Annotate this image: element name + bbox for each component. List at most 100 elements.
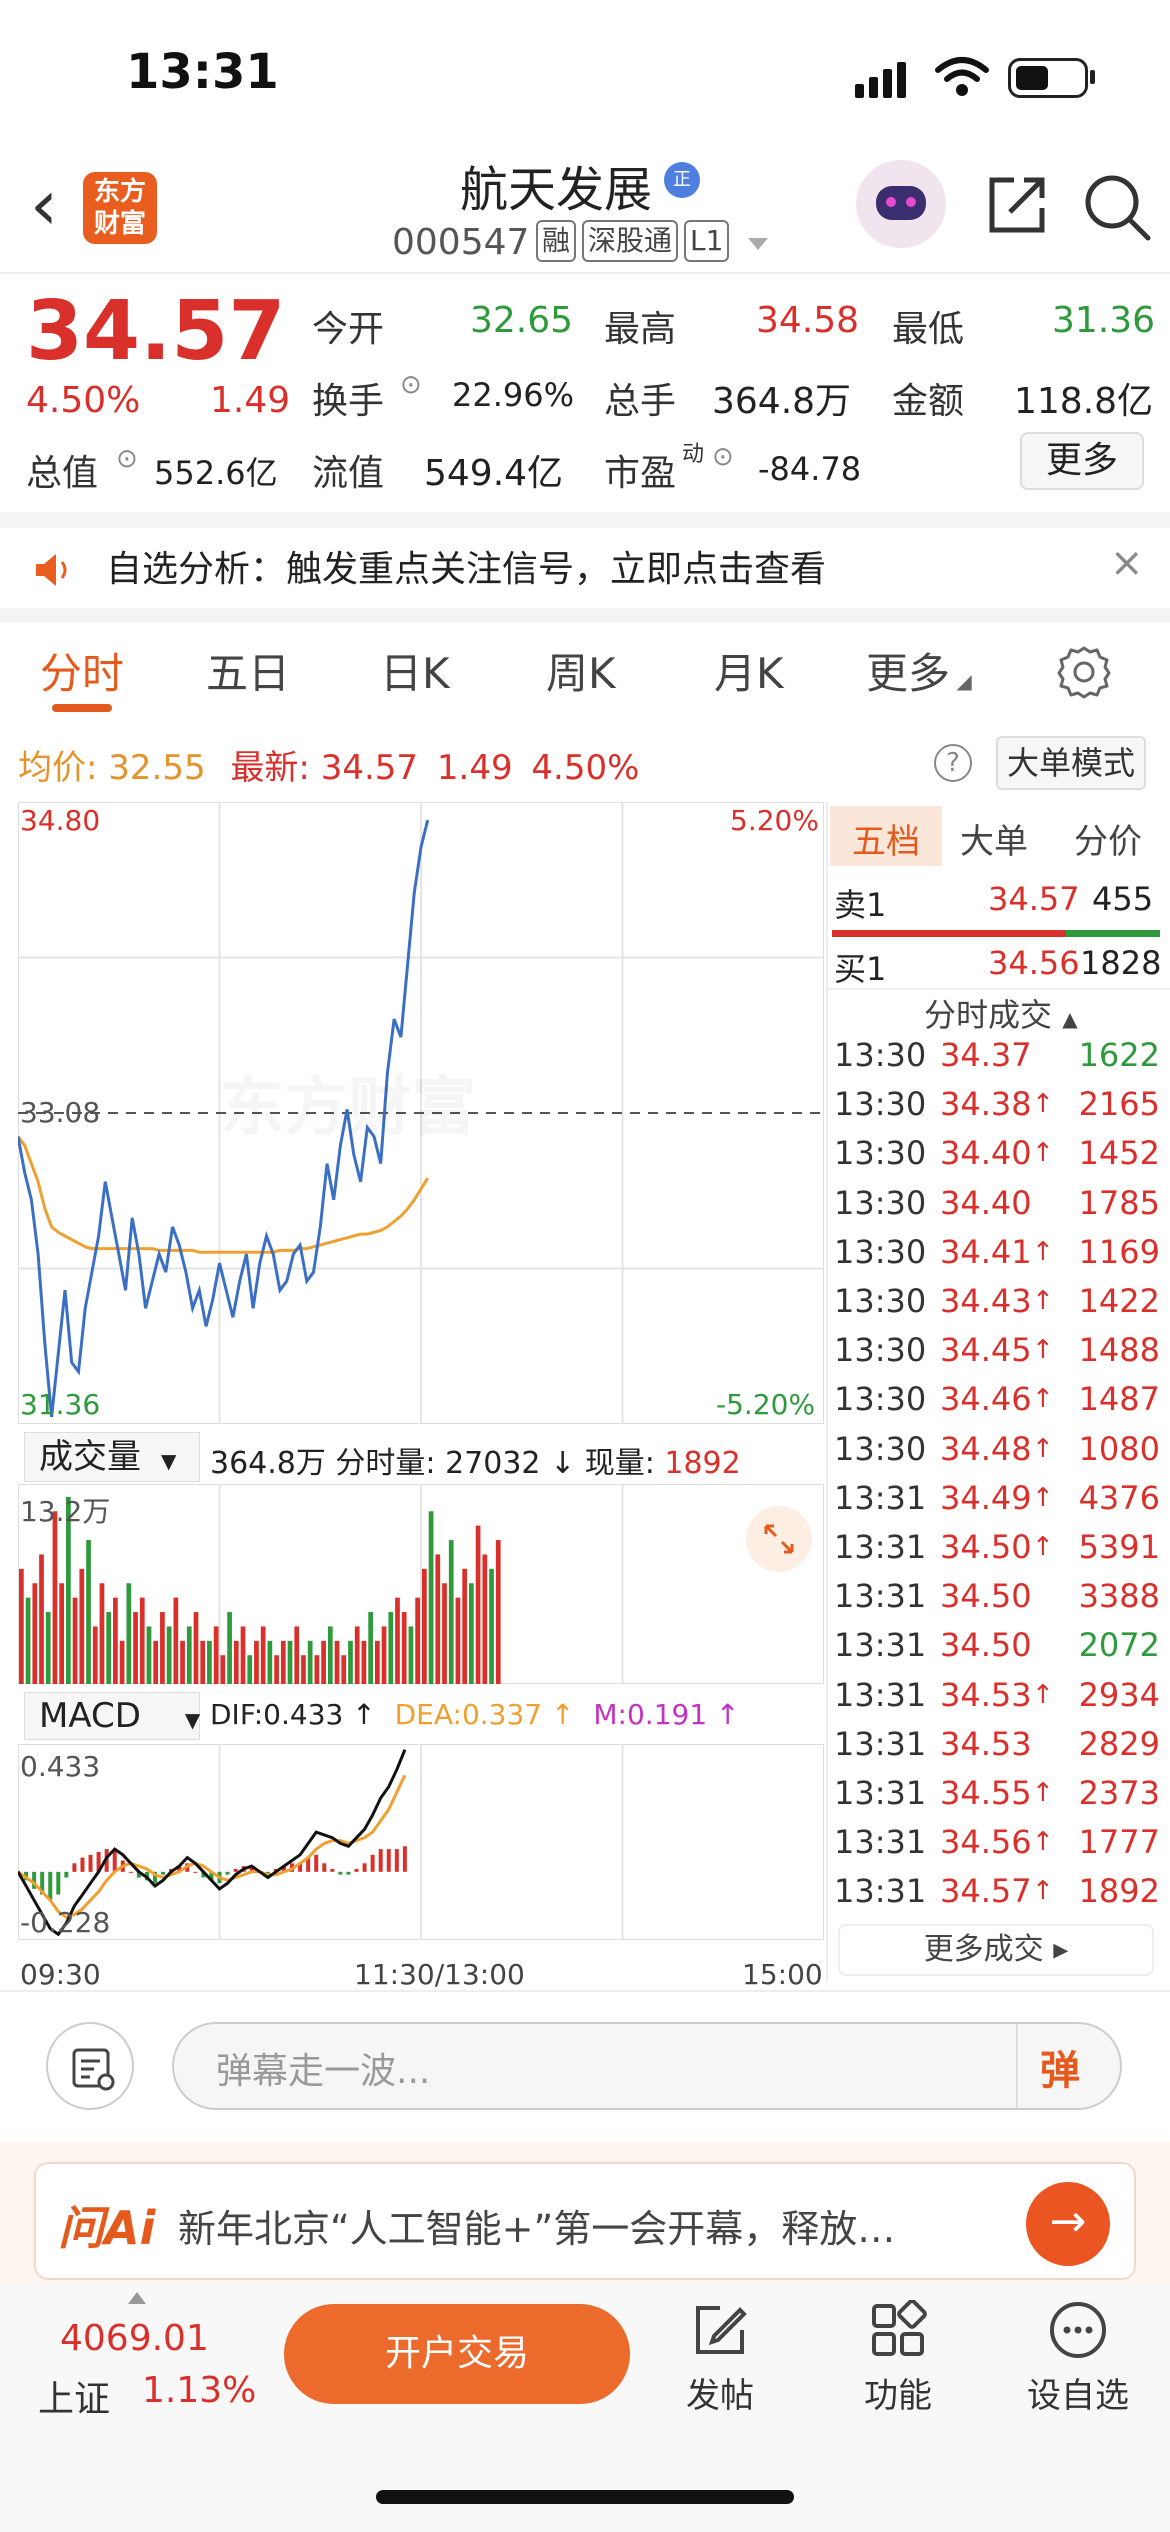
tab-five-day[interactable]: 五日 xyxy=(206,640,290,701)
nav-functions[interactable]: 功能 xyxy=(838,2300,958,2417)
trade-arrow: ↑ xyxy=(1032,1236,1054,1267)
trades-title[interactable]: 分时成交 ▲ xyxy=(924,990,1078,1036)
expand-icon[interactable] xyxy=(746,1506,812,1572)
trade-time: 13:31 xyxy=(834,1478,927,1517)
high-label: 最高 xyxy=(604,309,677,350)
arrow-right-icon[interactable]: → xyxy=(1026,2182,1110,2266)
notice-text[interactable]: 自选分析：触发重点关注信号，立即点击查看 xyxy=(106,540,826,592)
back-icon[interactable]: ‹ xyxy=(30,170,58,240)
trade-arrow: ↑ xyxy=(1032,1827,1054,1858)
tab-price-dist[interactable]: 分价 xyxy=(1074,814,1142,863)
trade-time: 13:30 xyxy=(834,1380,927,1419)
chevron-down-icon[interactable] xyxy=(748,238,768,250)
macd-hist-bar xyxy=(394,1849,399,1872)
volume-bar xyxy=(442,1583,447,1684)
ai-banner-text[interactable]: 新年北京“人工智能+”第一会开幕，释放… xyxy=(178,2198,895,2253)
volume-bar xyxy=(79,1568,85,1684)
volume-bar xyxy=(247,1655,253,1684)
ai-robot-avatar[interactable] xyxy=(856,160,946,248)
volume-bar xyxy=(469,1583,474,1684)
trade-volume: 2934 xyxy=(1078,1675,1160,1714)
sell1-label: 卖1 xyxy=(834,886,887,924)
volume-info: 364.8万 分时量: 27032 ↓ 现量: 1892 xyxy=(210,1438,741,1482)
volume-bar xyxy=(314,1655,320,1684)
latest-label: 最新: xyxy=(230,748,310,788)
trade-arrow: ↑ xyxy=(1032,1679,1054,1710)
macd-indicator-select[interactable]: MACD ▼ xyxy=(24,1692,200,1740)
danmaku-send-button[interactable]: 弹 xyxy=(1040,2038,1080,2096)
volume-indicator-select[interactable]: 成交量 ▼ xyxy=(24,1432,200,1482)
macd-hist-bar xyxy=(233,1868,238,1872)
trade-row: 13:30 34.40 ↑ 1452 xyxy=(834,1134,1164,1182)
volume-bar xyxy=(146,1626,152,1684)
avg-price-row: 均价: 32.55 最新: 34.57 1.49 4.50% xyxy=(18,740,639,789)
open-account-trade-button[interactable]: 开户交易 xyxy=(284,2304,630,2404)
volume-bar xyxy=(233,1640,239,1684)
volume-bar xyxy=(166,1626,172,1684)
trade-volume: 1452 xyxy=(1078,1134,1160,1173)
volume-value: 364.8万 xyxy=(712,381,852,422)
trade-volume: 3388 xyxy=(1078,1577,1160,1616)
tab-monthly-k[interactable]: 月K xyxy=(714,640,784,701)
danmaku-settings-icon[interactable] xyxy=(46,2022,134,2110)
caret-up-icon xyxy=(128,2292,146,2304)
more-trades-button[interactable]: 更多成交 ▸ xyxy=(838,1924,1154,1976)
trade-row: 13:31 34.56 ↑ 1777 xyxy=(834,1823,1164,1871)
macd-info: DIF:0.433 ↑ DEA:0.337 ↑ M:0.191 ↑ xyxy=(210,1698,740,1731)
tab-big-orders[interactable]: 大单 xyxy=(960,814,1028,863)
trade-row: 13:31 34.50 3388 xyxy=(834,1577,1164,1625)
macd-hist-bar xyxy=(161,1871,166,1875)
trade-price: 34.41 xyxy=(940,1232,1032,1271)
trade-volume: 2829 xyxy=(1078,1724,1160,1763)
trade-volume: 4376 xyxy=(1078,1478,1160,1517)
tab-weekly-k[interactable]: 周K xyxy=(546,640,616,701)
index-pct: 1.13% xyxy=(142,2370,257,2411)
caret-icon: ◢ xyxy=(950,669,972,693)
buy1-price: 34.56 xyxy=(988,944,1080,982)
volume-bar xyxy=(186,1626,192,1684)
share-icon[interactable] xyxy=(984,172,1050,238)
macd-hist-bar xyxy=(193,1871,198,1873)
time-mid: 11:30/13:00 xyxy=(354,1958,525,1991)
tab-daily-k[interactable]: 日K xyxy=(380,640,450,701)
more-button[interactable]: 更多 xyxy=(1020,432,1144,490)
trade-row: 13:31 34.50 ↑ 5391 xyxy=(834,1528,1164,1576)
nav-post[interactable]: 发帖 xyxy=(660,2300,780,2417)
tab-more[interactable]: 更多 ◢ xyxy=(866,640,972,701)
trade-volume: 1080 xyxy=(1078,1429,1160,1468)
turnover-value: 22.96% xyxy=(452,376,575,414)
tab-intraday[interactable]: 分时 xyxy=(40,640,124,701)
pct-max-label: 5.20% xyxy=(730,804,819,837)
volume-bar xyxy=(280,1640,286,1684)
volume-bar xyxy=(39,1554,44,1684)
mktcap-label: 总值 xyxy=(26,453,99,494)
volume-bar xyxy=(354,1626,360,1684)
volume-chart xyxy=(18,1484,824,1684)
trade-price: 34.53 xyxy=(940,1724,1032,1763)
edit-icon xyxy=(696,2306,747,2354)
mktcap-value: 552.6亿 xyxy=(154,454,278,492)
trade-price: 34.56 xyxy=(940,1823,1032,1862)
search-icon[interactable] xyxy=(1082,172,1152,242)
right-panel-tabs: 五档 大单 分价 xyxy=(830,806,1160,866)
trade-volume: 5391 xyxy=(1078,1528,1160,1566)
nav-add-watchlist[interactable]: 设自选 xyxy=(1018,2300,1138,2417)
trade-volume: 2072 xyxy=(1078,1626,1160,1665)
volume-bar xyxy=(86,1540,91,1684)
macd-hist-bar xyxy=(386,1849,391,1872)
volume-bar xyxy=(213,1626,219,1684)
index-value[interactable]: 4069.01 xyxy=(60,2318,209,2359)
big-order-mode-button[interactable]: 大单模式 xyxy=(996,736,1146,790)
trade-volume: 2373 xyxy=(1078,1774,1160,1812)
gear-icon[interactable] xyxy=(1056,644,1112,700)
info-dots-icon[interactable]: ⊙ xyxy=(116,444,138,474)
help-icon[interactable]: ? xyxy=(934,744,972,782)
volume-bar xyxy=(25,1597,31,1684)
tab-order-book[interactable]: 五档 xyxy=(852,814,920,863)
volume-bar xyxy=(32,1583,38,1684)
info-dots-icon[interactable]: ⊙ xyxy=(400,370,422,400)
volume-bar xyxy=(321,1640,326,1684)
info-dots-icon[interactable]: ⊙ xyxy=(712,442,734,472)
wifi-icon xyxy=(935,57,989,96)
close-icon[interactable]: × xyxy=(1110,540,1144,586)
